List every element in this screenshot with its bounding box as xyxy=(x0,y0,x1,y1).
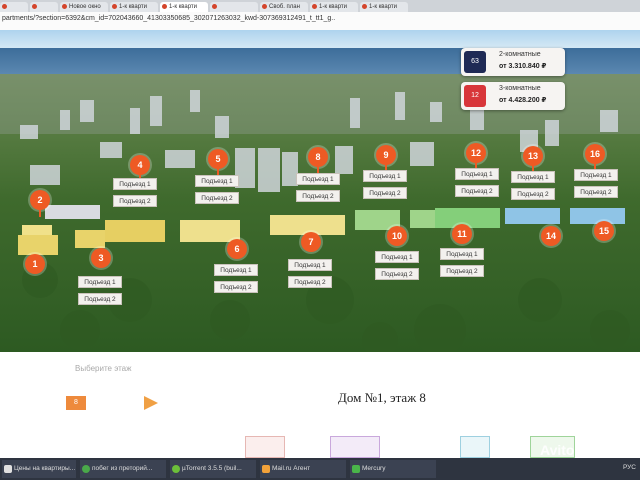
tab-favicon-icon xyxy=(362,4,367,9)
building-pin-11[interactable]: 11 xyxy=(452,224,472,244)
floor-plan-section[interactable] xyxy=(330,436,380,458)
entrance-label[interactable]: Подъезд 2 xyxy=(440,265,484,277)
entrance-label[interactable]: Подъезд 2 xyxy=(78,293,122,305)
room-type: 3-комнатные xyxy=(499,85,541,92)
entrance-label[interactable]: Подъезд 1 xyxy=(375,251,419,263)
building-pin-2[interactable]: 2 xyxy=(30,190,50,217)
taskbar-item[interactable]: µTorrent 3.5.5 (buil... xyxy=(170,460,256,478)
entrance-label[interactable]: Подъезд 1 xyxy=(78,276,122,288)
complex-map: 63 2-комнатные от 3.310.840 ₽ 12 3-комна… xyxy=(0,30,640,352)
browser-tab[interactable] xyxy=(30,2,58,12)
browser-tab[interactable]: 1-к кварти xyxy=(110,2,158,12)
count-badge: 63 xyxy=(464,51,486,73)
entrance-label[interactable]: Подъезд 2 xyxy=(214,281,258,293)
building-pin-16[interactable]: 16 xyxy=(585,144,605,171)
entrance-label[interactable]: Подъезд 2 xyxy=(574,186,618,198)
entrance-label[interactable]: Подъезд 1 xyxy=(214,264,258,276)
building-pin-15[interactable]: 15 xyxy=(594,221,614,241)
building-pin-4[interactable]: 4 xyxy=(130,155,150,182)
next-floor-arrow-icon[interactable] xyxy=(144,396,158,410)
floor-plan-section[interactable] xyxy=(245,436,285,458)
floor-plan-section[interactable] xyxy=(460,436,490,458)
entrance-label[interactable]: Подъезд 2 xyxy=(288,276,332,288)
entrance-label[interactable]: Подъезд 1 xyxy=(288,259,332,271)
taskbar-item[interactable]: побег из преторий... xyxy=(80,460,166,478)
entrance-label[interactable]: Подъезд 1 xyxy=(113,178,157,190)
entrance-label[interactable]: Подъезд 1 xyxy=(363,170,407,182)
chrome-icon xyxy=(82,465,90,473)
tab-favicon-icon xyxy=(212,4,217,9)
tab-favicon-icon xyxy=(62,4,67,9)
building-pin-7[interactable]: 7 xyxy=(301,232,321,252)
building-pin-14[interactable]: 14 xyxy=(541,226,561,246)
taskbar-item[interactable]: Mail.ru Агент xyxy=(260,460,346,478)
building-pin-3[interactable]: 3 xyxy=(91,248,111,268)
tab-favicon-icon xyxy=(162,4,167,9)
url-text: partments/?section=6392&cm_id=702043660_… xyxy=(2,15,336,22)
room-type: 2-комнатные xyxy=(499,51,541,58)
entrance-label[interactable]: Подъезд 1 xyxy=(574,169,618,181)
browser-tab-active[interactable]: 1-к кварти xyxy=(160,2,208,12)
utorrent-icon xyxy=(172,465,180,473)
entrance-label[interactable]: Подъезд 2 xyxy=(375,268,419,280)
floor-selector-label: Выберите этаж xyxy=(75,364,132,373)
building-pin-10[interactable]: 10 xyxy=(387,226,407,246)
tab-favicon-icon xyxy=(262,4,267,9)
building-pin-12[interactable]: 12 xyxy=(466,143,486,170)
tab-favicon-icon xyxy=(312,4,317,9)
browser-tab[interactable]: 1-к кварти xyxy=(310,2,358,12)
entrance-label[interactable]: Подъезд 1 xyxy=(455,168,499,180)
building-pin-8[interactable]: 8 xyxy=(308,147,328,174)
browser-tab[interactable]: 1-к кварти xyxy=(360,2,408,12)
browser-tab[interactable]: Новое окно xyxy=(60,2,108,12)
tab-favicon-icon xyxy=(32,4,37,9)
building-pin-6[interactable]: 6 xyxy=(227,239,247,259)
os-taskbar: Цены на квартиры... побег из преторий...… xyxy=(0,458,640,480)
window-icon xyxy=(4,465,12,473)
tab-favicon-icon xyxy=(112,4,117,9)
price-badge-2-room[interactable]: 63 2-комнатные от 3.310.840 ₽ xyxy=(461,48,565,76)
entrance-label[interactable]: Подъезд 1 xyxy=(296,173,340,185)
room-price: от 3.310.840 ₽ xyxy=(499,63,547,70)
browser-tab[interactable] xyxy=(210,2,258,12)
browser-tab[interactable] xyxy=(0,2,28,12)
avito-watermark: Avito xyxy=(540,442,575,458)
building-pin-9[interactable]: 9 xyxy=(376,145,396,172)
entrance-label[interactable]: Подъезд 2 xyxy=(296,190,340,202)
building-pin-5[interactable]: 5 xyxy=(208,149,228,176)
entrance-label[interactable]: Подъезд 2 xyxy=(363,187,407,199)
entrance-label[interactable]: Подъезд 2 xyxy=(113,195,157,207)
entrance-label[interactable]: Подъезд 2 xyxy=(511,188,555,200)
entrance-label[interactable]: Подъезд 2 xyxy=(195,192,239,204)
entrance-label[interactable]: Подъезд 1 xyxy=(440,248,484,260)
floor-button[interactable]: 8 xyxy=(66,396,86,410)
price-badge-3-room[interactable]: 12 3-комнатные от 4.428.200 ₽ xyxy=(461,82,565,110)
tab-favicon-icon xyxy=(2,4,7,9)
mail-agent-icon xyxy=(262,465,270,473)
entrance-label[interactable]: Подъезд 1 xyxy=(511,171,555,183)
keyboard-language: РУС xyxy=(622,464,636,471)
count-badge: 12 xyxy=(464,85,486,107)
building-pin-13[interactable]: 13 xyxy=(523,146,543,173)
entrance-label[interactable]: Подъезд 2 xyxy=(455,185,499,197)
address-bar[interactable]: partments/?section=6392&cm_id=702043660_… xyxy=(0,12,640,31)
taskbar-item[interactable]: Mercury xyxy=(350,460,436,478)
room-price: от 4.428.200 ₽ xyxy=(499,97,547,104)
building-pin-1[interactable]: 1 xyxy=(25,254,45,274)
entrance-label[interactable]: Подъезд 1 xyxy=(195,175,239,187)
floor-title: Дом №1, этаж 8 xyxy=(338,390,426,405)
taskbar-item[interactable]: Цены на квартиры... xyxy=(2,460,76,478)
browser-tab[interactable]: Своб. план xyxy=(260,2,308,12)
browser-tab-bar: Новое окно 1-к кварти 1-к кварти Своб. п… xyxy=(0,0,640,12)
mercury-icon xyxy=(352,465,360,473)
